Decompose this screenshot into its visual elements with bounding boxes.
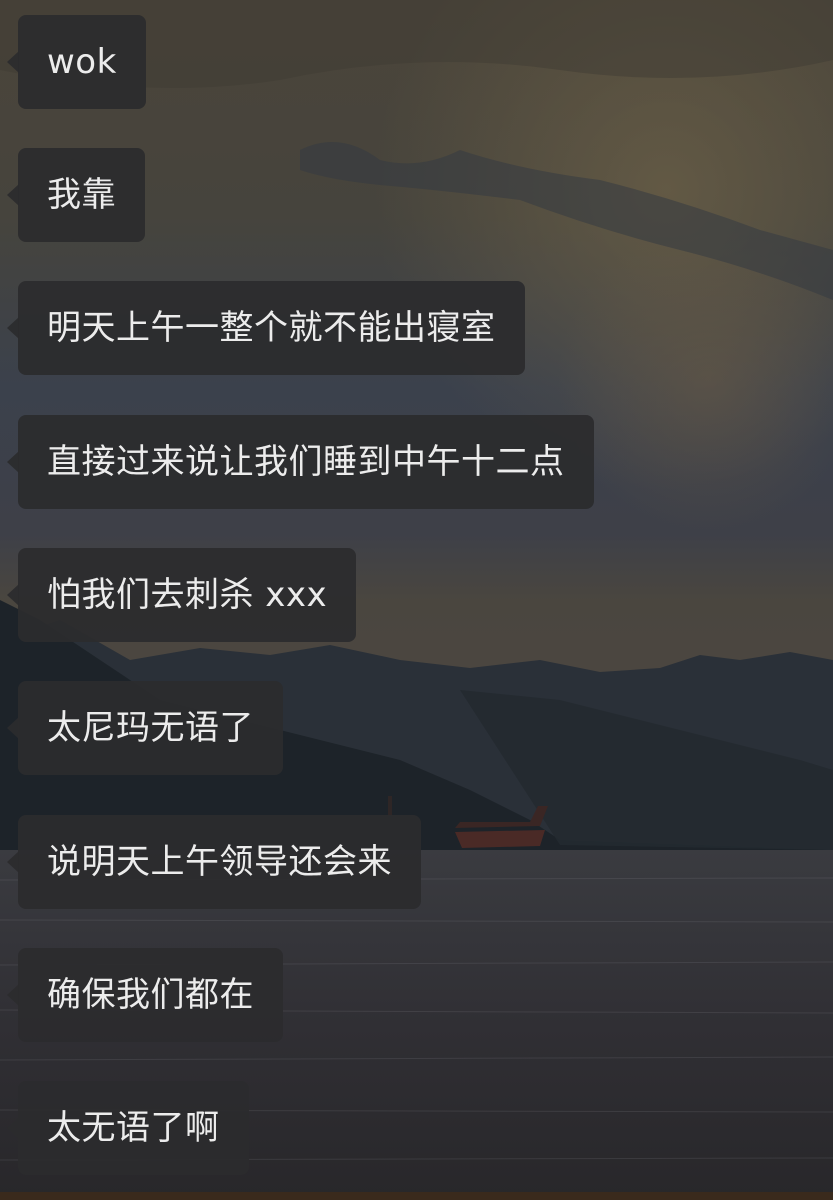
message-list: wok 我靠 明天上午一整个就不能出寝室 直接过来说让我们睡到中午十二点 怕我们… <box>0 0 833 1200</box>
message-bubble[interactable]: 太尼玛无语了 <box>18 681 283 775</box>
message-bubble[interactable]: 怕我们去刺杀 xxx <box>18 548 357 642</box>
message-bubble[interactable]: 太无语了啊 <box>18 1081 249 1175</box>
message-bubble[interactable]: 确保我们都在 <box>18 948 283 1042</box>
message-bubble[interactable]: wok <box>18 15 146 109</box>
message-bubble[interactable]: 我靠 <box>18 148 145 242</box>
bottom-edge <box>0 1192 833 1200</box>
message-bubble[interactable]: 直接过来说让我们睡到中午十二点 <box>18 415 594 509</box>
message-bubble[interactable]: 说明天上午领导还会来 <box>18 815 421 909</box>
message-bubble[interactable]: 明天上午一整个就不能出寝室 <box>18 281 525 375</box>
